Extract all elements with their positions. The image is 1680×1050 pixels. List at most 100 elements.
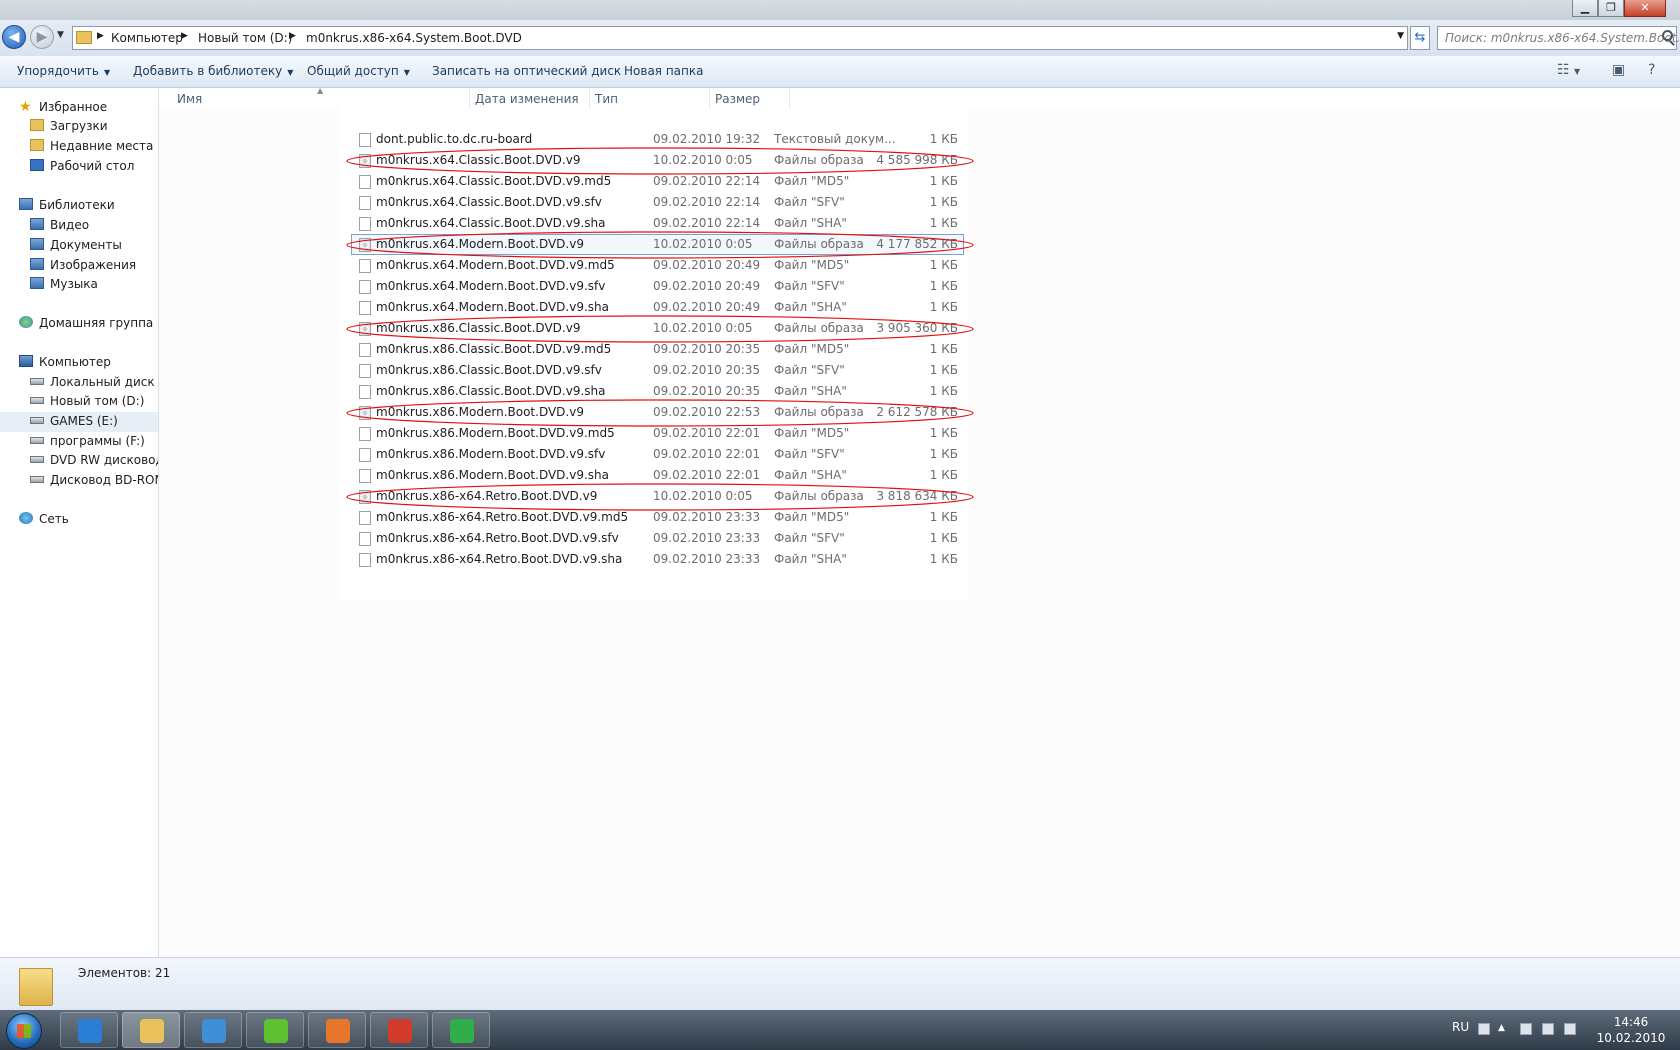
file-row[interactable]: m0nkrus.x86.Classic.Boot.DVD.v9.sha 09.02… [159, 381, 1680, 402]
nav-drive-d[interactable]: Новый том (D:) [30, 394, 144, 408]
file-row[interactable]: m0nkrus.x86.Modern.Boot.DVD.v9.sha 09.02.… [159, 465, 1680, 486]
column-type[interactable]: Тип [595, 92, 618, 106]
nav-computer[interactable]: Компьютер [19, 355, 111, 369]
file-size: 1 КБ [929, 279, 958, 293]
preview-pane-icon[interactable]: ▣ [1612, 62, 1625, 78]
breadcrumb-drive-d[interactable]: Новый том (D:) [198, 31, 292, 45]
help-icon[interactable]: ? [1648, 62, 1655, 78]
item-count: Элементов: 21 [78, 966, 171, 980]
minimize-button[interactable]: ▁ [1572, 0, 1598, 17]
organize-menu[interactable]: Упорядочить ▼ [17, 64, 110, 78]
file-type: Файл "SFV" [774, 279, 845, 293]
file-name: m0nkrus.x86.Modern.Boot.DVD.v9.sha [376, 468, 609, 482]
breadcrumb-arrow-icon[interactable]: ▶ [289, 31, 296, 41]
nav-network[interactable]: Сеть [19, 512, 69, 526]
new-folder-button[interactable]: Новая папка [624, 64, 703, 78]
taskbar-app-button[interactable] [184, 1012, 242, 1048]
nav-drive-c[interactable]: Локальный диск (C [30, 375, 158, 389]
clock[interactable]: 14:46 10.02.2010 [1596, 1014, 1666, 1046]
file-row[interactable]: m0nkrus.x86-x64.Retro.Boot.DVD.v9 10.02.2… [159, 486, 1680, 507]
nav-downloads[interactable]: Загрузки [30, 119, 108, 133]
navigation-pane: ★ Избранное Загрузки Недавние места Рабоч… [0, 88, 159, 957]
nav-drive-e[interactable]: GAMES (E:) [30, 414, 118, 428]
file-name: m0nkrus.x64.Classic.Boot.DVD.v9 [376, 153, 581, 167]
action-center-icon[interactable] [1564, 1023, 1576, 1035]
breadcrumb-current-folder[interactable]: m0nkrus.x86-x64.System.Boot.DVD [306, 31, 522, 45]
file-row[interactable]: m0nkrus.x86.Classic.Boot.DVD.v9.sfv 09.02… [159, 360, 1680, 381]
nav-homegroup[interactable]: Домашняя группа [19, 316, 153, 330]
file-row[interactable]: m0nkrus.x86.Classic.Boot.DVD.v9.md5 09.02… [159, 339, 1680, 360]
file-row[interactable]: m0nkrus.x64.Classic.Boot.DVD.v9.sfv 09.02… [159, 192, 1680, 213]
share-menu[interactable]: Общий доступ ▼ [307, 64, 410, 78]
nav-video[interactable]: Видео [30, 218, 89, 232]
close-button[interactable]: ✕ [1624, 0, 1666, 17]
taskbar-app-button[interactable] [122, 1012, 180, 1048]
nav-label: Недавние места [50, 139, 154, 153]
disc-image-icon [359, 154, 371, 168]
forward-button[interactable]: ▶ [30, 25, 54, 49]
file-row[interactable]: m0nkrus.x86.Modern.Boot.DVD.v9.sfv 09.02.… [159, 444, 1680, 465]
file-row[interactable]: m0nkrus.x86-x64.Retro.Boot.DVD.v9.sfv 09.… [159, 528, 1680, 549]
file-name: m0nkrus.x64.Modern.Boot.DVD.v9 [376, 237, 584, 251]
column-divider[interactable] [469, 88, 470, 108]
show-hidden-icons-icon[interactable]: ▲ [1498, 1023, 1505, 1033]
nav-dvd-rw[interactable]: DVD RW дисковод ( [30, 453, 158, 467]
add-to-library-label: Добавить в библиотеку [133, 64, 283, 78]
breadcrumb-computer[interactable]: Компьютер [111, 31, 183, 45]
file-row[interactable]: dont.public.to.dc.ru-board 09.02.2010 19:… [159, 129, 1680, 150]
file-row[interactable]: m0nkrus.x64.Classic.Boot.DVD.v9 10.02.201… [159, 150, 1680, 171]
file-row[interactable]: m0nkrus.x86.Modern.Boot.DVD.v9.md5 09.02.… [159, 423, 1680, 444]
search-input[interactable]: Поиск: m0nkrus.x86-x64.System.Boot.... [1437, 26, 1680, 50]
nav-recent-places[interactable]: Недавние места [30, 139, 153, 153]
file-row[interactable]: m0nkrus.x64.Modern.Boot.DVD.v9 10.02.2010… [159, 234, 1680, 255]
language-indicator[interactable]: RU [1452, 1020, 1469, 1034]
column-name[interactable]: Имя [177, 92, 202, 106]
file-row[interactable]: m0nkrus.x86.Modern.Boot.DVD.v9 09.02.2010… [159, 402, 1680, 423]
file-name: m0nkrus.x86.Classic.Boot.DVD.v9.sfv [376, 363, 602, 377]
address-dropdown-icon[interactable]: ▼ [1397, 31, 1404, 41]
history-dropdown-icon[interactable]: ▼ [57, 30, 64, 40]
file-row[interactable]: m0nkrus.x64.Modern.Boot.DVD.v9.sfv 09.02.… [159, 276, 1680, 297]
taskbar-app-button[interactable] [432, 1012, 490, 1048]
refresh-button[interactable]: ⇆ [1410, 26, 1430, 50]
add-to-library-menu[interactable]: Добавить в библиотеку ▼ [133, 64, 293, 78]
nav-music[interactable]: Музыка [30, 277, 98, 291]
burn-button[interactable]: Записать на оптический диск [432, 64, 621, 78]
taskbar-app-button[interactable] [60, 1012, 118, 1048]
view-options-icon[interactable]: ☷ ▼ [1557, 62, 1580, 78]
breadcrumb-arrow-icon[interactable]: ▶ [181, 31, 188, 41]
file-type: Файл "SHA" [774, 300, 847, 314]
taskbar-app-button[interactable] [246, 1012, 304, 1048]
column-divider[interactable] [789, 88, 790, 108]
file-row[interactable]: m0nkrus.x64.Classic.Boot.DVD.v9.sha 09.02… [159, 213, 1680, 234]
taskbar-app-button[interactable] [370, 1012, 428, 1048]
file-row[interactable]: m0nkrus.x64.Modern.Boot.DVD.v9.md5 09.02.… [159, 255, 1680, 276]
nav-drive-f[interactable]: программы (F:) [30, 434, 145, 448]
start-button[interactable] [6, 1013, 42, 1049]
address-bar[interactable]: ▶ Компьютер ▶ Новый том (D:) ▶ m0nkrus.x… [72, 26, 1408, 50]
column-divider[interactable] [709, 88, 710, 108]
column-divider[interactable] [589, 88, 590, 108]
file-row[interactable]: m0nkrus.x86-x64.Retro.Boot.DVD.v9.sha 09.… [159, 549, 1680, 570]
file-row[interactable]: m0nkrus.x64.Modern.Boot.DVD.v9.sha 09.02.… [159, 297, 1680, 318]
breadcrumb-arrow-icon[interactable]: ▶ [97, 31, 104, 41]
nav-libraries[interactable]: Библиотеки [19, 198, 115, 212]
file-row[interactable]: m0nkrus.x86-x64.Retro.Boot.DVD.v9.md5 09.… [159, 507, 1680, 528]
nav-desktop[interactable]: Рабочий стол [30, 159, 134, 173]
nav-pictures[interactable]: Изображения [30, 258, 136, 272]
maximize-button[interactable]: ❐ [1598, 0, 1624, 17]
nav-favorites[interactable]: ★ Избранное [19, 99, 107, 115]
file-type: Файл "SFV" [774, 531, 845, 545]
taskbar-app-button[interactable] [308, 1012, 366, 1048]
tray-settings-icon[interactable] [1478, 1023, 1490, 1035]
column-date-modified[interactable]: Дата изменения [475, 92, 579, 106]
column-size[interactable]: Размер [715, 92, 760, 106]
nav-documents[interactable]: Документы [30, 238, 122, 252]
nav-bd-rom[interactable]: Дисковод BD-ROM [30, 473, 158, 487]
file-row[interactable]: m0nkrus.x86.Classic.Boot.DVD.v9 10.02.201… [159, 318, 1680, 339]
back-button[interactable]: ◀ [2, 25, 26, 49]
network-tray-icon[interactable] [1520, 1023, 1532, 1035]
removable-device-icon[interactable] [1542, 1023, 1554, 1035]
file-row[interactable]: m0nkrus.x64.Classic.Boot.DVD.v9.md5 09.02… [159, 171, 1680, 192]
search-icon[interactable] [1662, 30, 1673, 41]
